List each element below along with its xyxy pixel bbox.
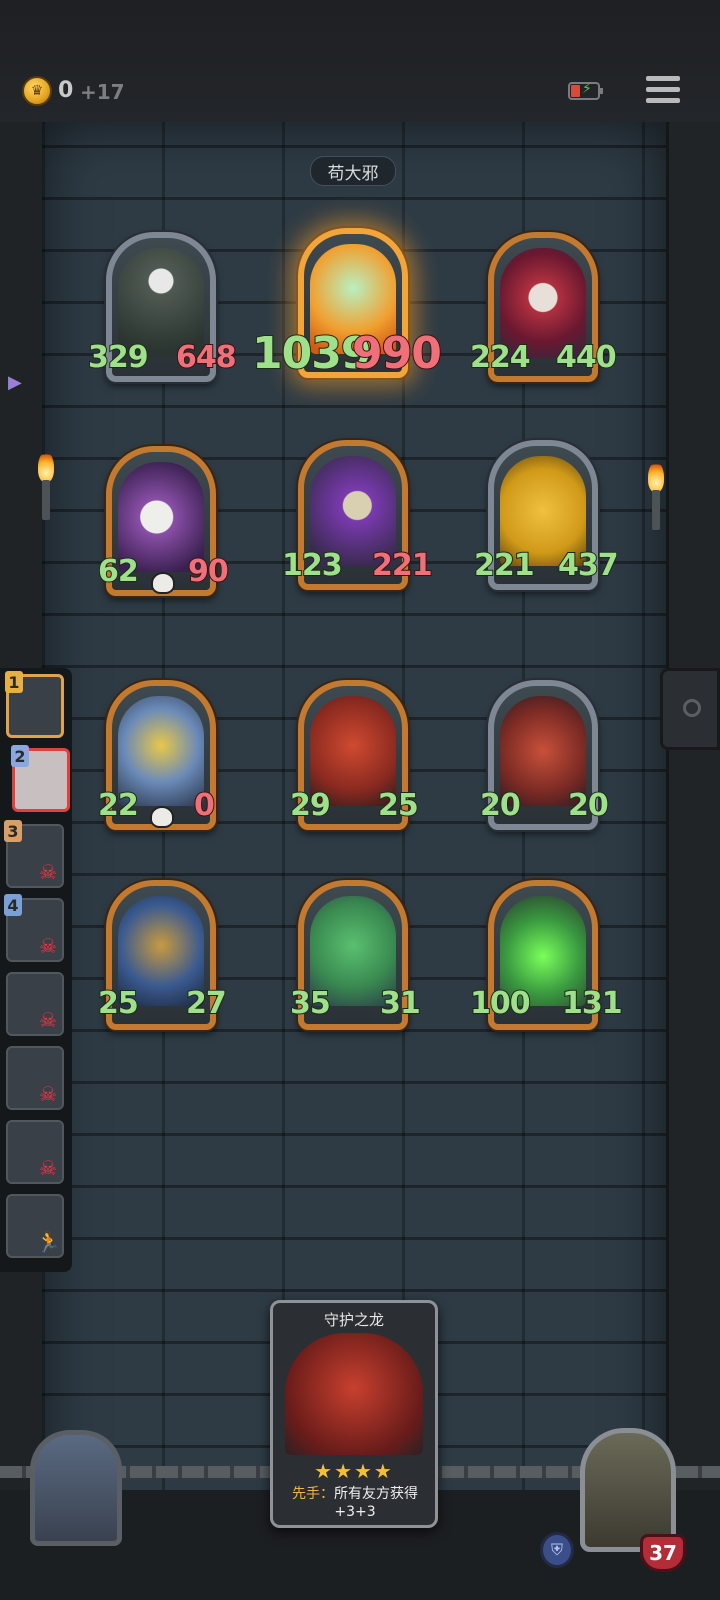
- roster-slot[interactable]: 2: [11, 745, 70, 812]
- enemy-unit-health: 440: [555, 339, 618, 376]
- description-line: 所有友方获得: [334, 1486, 418, 1502]
- star-rating: ★★★★: [314, 1459, 394, 1483]
- skull-crossbones-icon: ☠: [39, 934, 57, 958]
- guardian-dragon-icon: [285, 1333, 423, 1455]
- skull-crossbones-icon: ☠: [39, 1008, 57, 1032]
- enemy-unit-attack: 329: [87, 339, 150, 376]
- enemy-unit-health: 648: [175, 339, 238, 376]
- player-unit-attack: 20: [479, 787, 522, 824]
- roster-slot[interactable]: ☠: [6, 972, 64, 1036]
- top-bar: ♛ 0 +17 ⚡: [0, 0, 720, 125]
- roster-rank: 3: [4, 820, 22, 842]
- enemy-unit-attack: 221: [473, 547, 536, 584]
- running-figure-icon: 🏃: [36, 1230, 61, 1254]
- crown-coin-icon: ♛: [22, 76, 52, 106]
- torch-icon: [644, 462, 668, 532]
- enemy-unit-attack: 224: [469, 339, 532, 376]
- shield-icon: ⛨: [540, 1532, 574, 1568]
- enemy-unit-health: 221: [371, 547, 434, 584]
- enemy-unit-attack: 62: [97, 553, 140, 590]
- enemy-unit-health: 90: [187, 553, 230, 590]
- player-unit-attack: 29: [289, 787, 332, 824]
- door-knob: [660, 668, 720, 750]
- player-unit-health: 131: [561, 985, 624, 1022]
- roster-rank: 4: [4, 894, 22, 916]
- enemy-name-label: 苟大邪: [310, 156, 396, 186]
- player-unit-health: 25: [377, 787, 420, 824]
- skull-crossbones-icon: ☠: [39, 1156, 57, 1180]
- gold-count: 0: [58, 78, 74, 103]
- player-unit-health: 20: [567, 787, 610, 824]
- torch-icon: [34, 452, 58, 522]
- roster-slot[interactable]: ☠: [6, 1046, 64, 1110]
- player-unit-attack: 100: [469, 985, 532, 1022]
- enemy-unit-attack: 123: [281, 547, 344, 584]
- roster-rank: 2: [11, 745, 29, 767]
- battery-icon: ⚡: [568, 81, 603, 100]
- skull-icon: [151, 572, 175, 594]
- skull-crossbones-icon: ☠: [39, 1082, 57, 1106]
- roster-slot[interactable]: 🏃: [6, 1194, 64, 1258]
- player-unit-health: 0: [193, 787, 216, 824]
- player-unit-health: 27: [185, 985, 228, 1022]
- right-wall: [666, 122, 720, 1552]
- player-unit-attack: 25: [97, 985, 140, 1022]
- enemy-unit-health: 990: [351, 327, 443, 380]
- player-unit-attack: 22: [97, 787, 140, 824]
- roster-slot[interactable]: ☠: [6, 1120, 64, 1184]
- skull-crossbones-icon: ☠: [39, 860, 57, 884]
- skull-icon: [150, 806, 174, 828]
- keyword-label: 先手：: [292, 1486, 334, 1502]
- roster-slot[interactable]: 1: [5, 671, 64, 738]
- opponent-hero-portrait[interactable]: [30, 1430, 122, 1546]
- shop-card[interactable]: 守护之龙 ★★★★ 先手：所有友方获得 +3+3: [270, 1300, 438, 1528]
- player-health-badge: 37: [640, 1534, 686, 1572]
- menu-button[interactable]: [646, 76, 680, 106]
- shop-card-description: 先手：所有友方获得 +3+3: [279, 1485, 431, 1521]
- roster-slot[interactable]: 4 ☠: [4, 894, 64, 962]
- opponent-roster: 1 2 3 ☠ 4 ☠ ☠ ☠ ☠ 🏃: [0, 668, 72, 1272]
- shop-card-title: 守护之龙: [323, 1311, 384, 1329]
- gold-income: +17: [80, 80, 125, 104]
- description-buff: +3+3: [334, 1504, 376, 1520]
- player-unit-attack: 35: [289, 985, 332, 1022]
- enemy-unit-health: 437: [557, 547, 620, 584]
- roster-rank: 1: [5, 671, 23, 693]
- player-unit-health: 31: [379, 985, 422, 1022]
- expand-arrow-icon[interactable]: ▶: [8, 372, 22, 393]
- roster-slot[interactable]: 3 ☠: [4, 820, 64, 888]
